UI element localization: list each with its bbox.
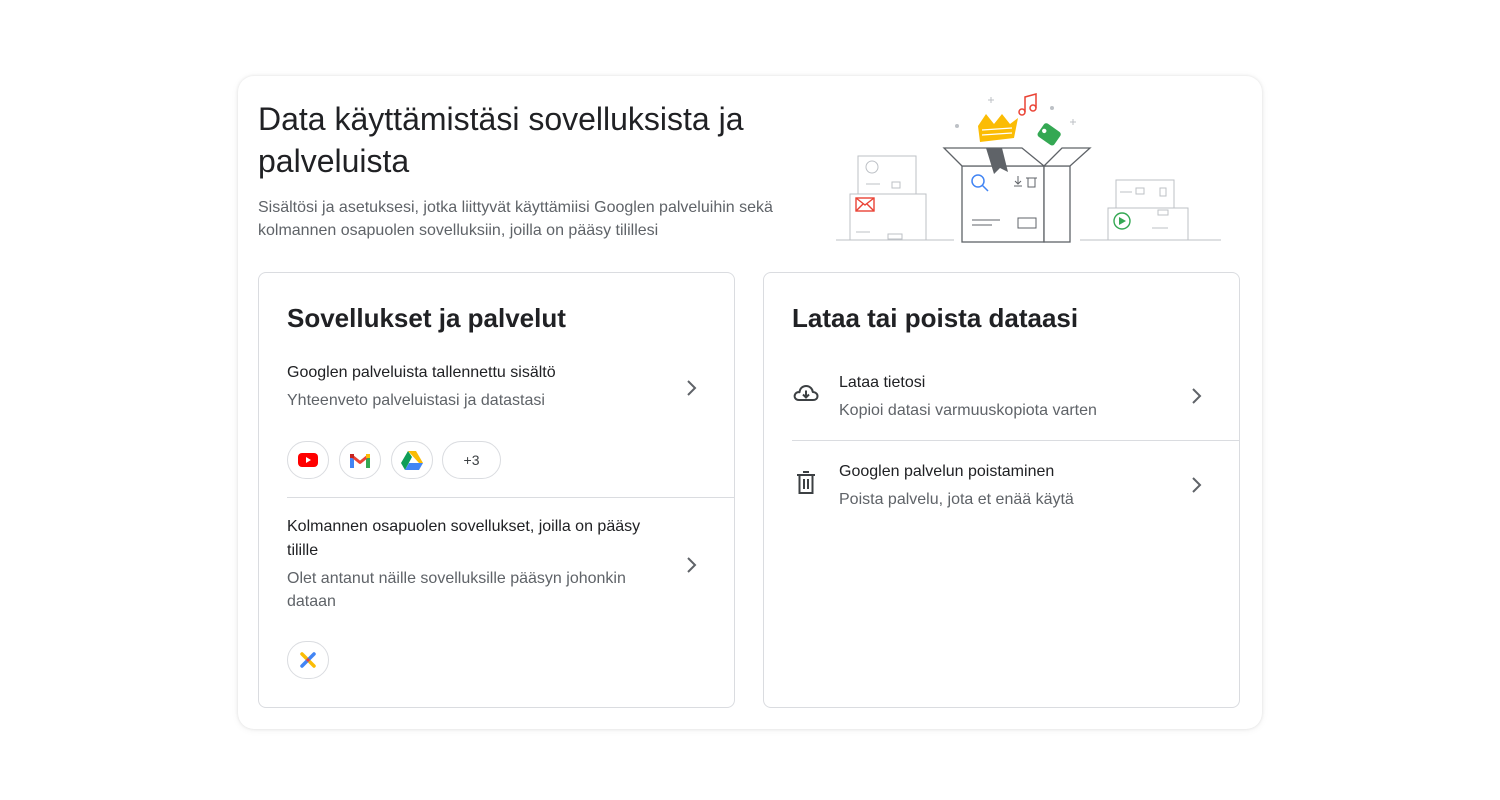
chevron-right-icon <box>687 380 697 396</box>
download-data-subtitle: Kopioi datasi varmuuskopiota varten <box>839 402 1097 419</box>
saved-content-title: Googlen palveluista tallennettu sisältö <box>287 364 556 381</box>
drive-chip[interactable] <box>391 441 433 479</box>
youtube-chip[interactable] <box>287 441 329 479</box>
delete-service-row[interactable]: Googlen palvelun poistaminen Poista palv… <box>792 458 1239 510</box>
saved-content-row[interactable]: Googlen palveluista tallennettu sisältö … <box>287 359 734 417</box>
third-party-subtitle: Olet antanut näille sovelluksille pääsyn… <box>287 570 626 610</box>
chevron-right-icon <box>1192 477 1202 493</box>
more-services-chip[interactable]: +3 <box>442 441 501 479</box>
youtube-icon <box>298 453 318 467</box>
third-party-app-chip[interactable] <box>287 641 329 679</box>
third-party-apps-row[interactable]: Kolmannen osapuolen sovellukset, joilla … <box>287 515 734 613</box>
section-divider <box>287 497 734 498</box>
section-divider <box>792 440 1239 441</box>
delete-service-subtitle: Poista palvelu, jota et enää käytä <box>839 491 1074 508</box>
boxes-illustration <box>836 93 1221 243</box>
third-party-app-icon <box>300 652 316 668</box>
trash-icon <box>797 471 815 494</box>
apps-and-services-card: Sovellukset ja palvelut Googlen palvelui… <box>258 272 735 708</box>
page-description: Sisältösi ja asetuksesi, jotka liittyvät… <box>258 199 773 239</box>
data-card-title: Lataa tai poista dataasi <box>792 303 1079 333</box>
more-services-label: +3 <box>463 452 480 468</box>
data-from-apps-services-panel: Data käyttämistäsi sovelluksista ja palv… <box>238 76 1262 729</box>
download-delete-card: Lataa tai poista dataasi Lataa tietosi K… <box>763 272 1240 708</box>
chevron-right-icon <box>1192 388 1202 404</box>
gmail-icon <box>350 453 370 468</box>
download-data-title: Lataa tietosi <box>839 374 926 391</box>
chevron-right-icon <box>687 557 697 573</box>
third-party-title: Kolmannen osapuolen sovellukset, joilla … <box>287 518 641 559</box>
drive-icon <box>401 450 423 470</box>
page-title: Data käyttämistäsi sovelluksista ja palv… <box>258 101 744 179</box>
cloud-download-icon <box>793 385 819 401</box>
delete-service-title: Googlen palvelun poistaminen <box>839 463 1055 480</box>
download-data-row[interactable]: Lataa tietosi Kopioi datasi varmuuskopio… <box>792 369 1239 421</box>
gmail-chip[interactable] <box>339 441 381 479</box>
saved-content-subtitle: Yhteenveto palveluistasi ja datastasi <box>287 392 545 409</box>
apps-card-title: Sovellukset ja palvelut <box>287 303 566 333</box>
